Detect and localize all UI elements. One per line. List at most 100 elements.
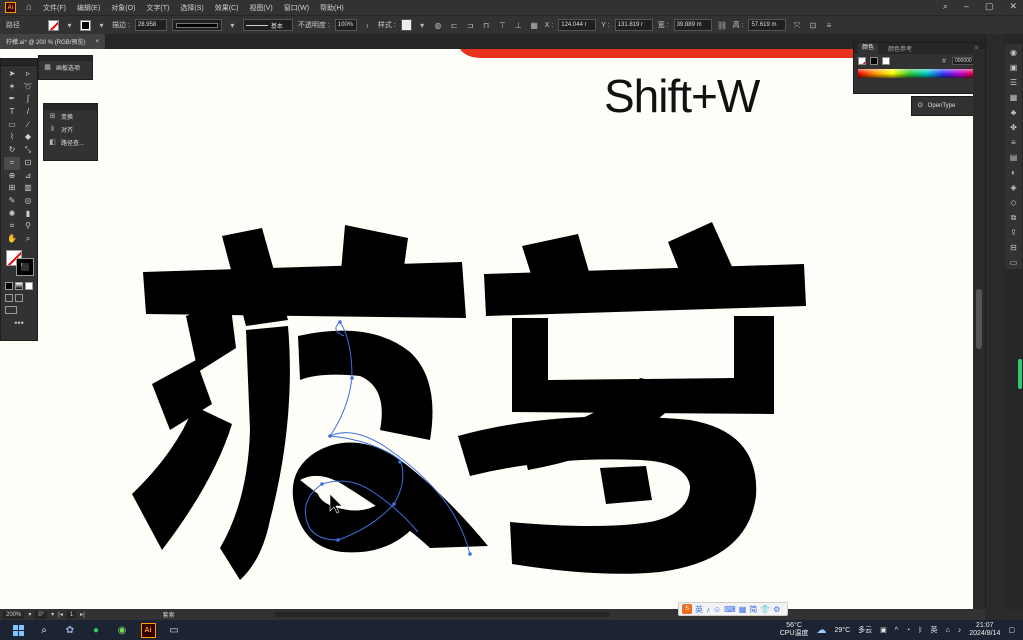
zoom-field[interactable]: 200% [3,610,25,619]
clock[interactable]: 21:07 2024/8/14 [969,622,1000,638]
artboard-canvas[interactable]: Shift+W [38,49,973,609]
windows-start-icon[interactable] [10,622,26,638]
ime-keyboard-icon[interactable]: ⌨ [724,605,736,614]
slice-tool-icon[interactable]: ⚲ [20,220,36,233]
swatches-icon[interactable]: ▦ [1008,91,1020,104]
width-field[interactable]: 39.889 m [673,19,712,31]
search-icon[interactable]: ⌕ [36,622,52,638]
appearance-icon[interactable]: ◈ [1008,181,1020,194]
menu-edit[interactable]: 编辑(E) [77,3,100,13]
menu-effect[interactable]: 效果(C) [215,3,239,13]
menu-select[interactable]: 选择(S) [180,3,203,13]
shortcut-text[interactable]: Shift+W [604,69,760,123]
artboard-number-field[interactable]: 1 [66,610,77,619]
direct-selection-tool-icon[interactable]: ▹ [20,68,36,81]
search-icon[interactable]: ⌕ [943,1,948,12]
artwork[interactable] [38,49,973,609]
rotate-view-field[interactable]: 0° [35,610,48,619]
align-center-icon[interactable]: ⊐ [465,20,476,31]
menu-view[interactable]: 视图(V) [249,3,272,13]
reference-point-icon[interactable]: ▦ [529,20,540,31]
artboard-tool-icon[interactable]: ⌗ [4,220,20,233]
network-icon[interactable]: ⌂ [945,627,949,634]
ime-settings-icon[interactable]: ⚙ [773,605,780,614]
layers-icon[interactable]: ☰ [1008,76,1020,89]
vertical-scrollbar[interactable] [973,49,985,609]
color-mode-icon[interactable] [5,281,13,290]
gradient-icon[interactable]: ▤ [1008,151,1020,164]
graphic-styles-icon[interactable]: ◇ [1008,196,1020,209]
tray-app-icon[interactable]: ▣ [880,626,887,634]
magic-wand-tool-icon[interactable]: ✶ [4,81,20,94]
recolor-icon[interactable]: ◍ [433,20,444,31]
artboard-options-icon[interactable]: ▦ [43,63,52,72]
rotate-tool-icon[interactable]: ↻ [4,144,20,157]
maximize-icon[interactable]: ▢ [985,1,994,12]
graphic-style-swatch[interactable] [400,19,412,31]
eraser-tool-icon[interactable]: ◆ [20,131,36,144]
ime-emoji-icon[interactable]: ☺ [713,605,721,614]
red-banner-shape[interactable] [460,49,860,58]
artboards-icon[interactable]: ⊟ [1008,241,1020,254]
menu-type[interactable]: 文字(T) [146,3,169,13]
type-tool-icon[interactable]: T [4,106,20,119]
fill-swatch[interactable] [48,19,59,31]
chevron-right-icon[interactable]: › [362,20,373,31]
align-left-icon[interactable]: ⊏ [449,20,460,31]
gradient-tool-icon[interactable]: ▥ [20,182,36,195]
menu-object[interactable]: 对象(O) [111,3,135,13]
panel-menu-icon[interactable]: ≡ [823,20,834,31]
task-view-icon[interactable]: ✿ [62,622,78,638]
minimize-icon[interactable]: – [964,1,969,12]
chevron-down-icon[interactable]: ▾ [417,20,428,31]
shape-builder-tool-icon[interactable]: ⊕ [4,170,20,183]
mesh-tool-icon[interactable]: ⊞ [4,182,20,195]
glyph-bo[interactable] [132,225,488,580]
link-icon[interactable]: ⛓ [717,20,728,31]
gradient-mode-icon[interactable] [15,281,23,290]
tray-app2-icon[interactable]: ◔ [906,627,910,634]
rectangle-tool-icon[interactable]: ▭ [4,119,20,132]
pathfinder-item[interactable]: ◧ 路径查... [44,136,97,149]
ime-skin-icon[interactable]: 👕 [760,605,770,614]
ime-toolbox-icon[interactable]: ▦ [739,605,747,614]
white-swatch[interactable] [882,57,890,65]
align-middle-icon[interactable]: ⊥ [513,20,524,31]
close-tab-icon[interactable]: × [95,39,99,45]
menu-file[interactable]: 文件(F) [43,3,66,13]
ime-lang[interactable]: 英 [695,604,703,615]
hand-tool-icon[interactable]: ✋ [4,233,20,246]
browser-icon[interactable]: ◉ [114,622,130,638]
blend-tool-icon[interactable]: ◎ [20,195,36,208]
first-artboard-icon[interactable]: |◂ [58,611,63,618]
paintbrush-tool-icon[interactable]: ∕ [20,119,36,132]
draw-behind-icon[interactable] [15,293,23,302]
none-mode-icon[interactable] [25,281,33,290]
y-field[interactable]: 131.819 r [614,19,653,31]
bluetooth-icon[interactable]: ᛒ [918,627,922,634]
ime-punct-icon[interactable]: ♪ [706,605,710,614]
screen-mode-icon[interactable] [5,305,17,314]
align-top-icon[interactable]: ⊤ [497,20,508,31]
video-app-icon[interactable]: ▭ [166,622,182,638]
tab-color[interactable]: 颜色 [858,43,879,54]
color-stroke-swatch[interactable] [870,57,878,65]
tray-chevron-icon[interactable]: ^ [895,627,898,634]
transform-icon[interactable]: ⤧ [791,20,802,31]
document-tab[interactable]: 柠檬.ai* @ 200 % (RGB/预览) × [0,34,105,49]
shaper-tool-icon[interactable]: ⌇ [4,131,20,144]
last-artboard-icon[interactable]: ▸| [80,611,85,618]
transparency-icon[interactable]: ◐ [1008,166,1020,179]
brushes-icon[interactable]: ♣ [1008,106,1020,119]
column-graph-tool-icon[interactable]: ▮ [20,208,36,221]
menu-window[interactable]: 窗口(W) [284,3,309,13]
perspective-tool-icon[interactable]: ⊿ [20,170,36,183]
opacity-field[interactable]: 100% [334,19,357,31]
glyph-luo[interactable] [458,222,806,574]
opacity-label[interactable]: 不透明度 : [298,20,330,30]
draw-mode-icon[interactable] [5,293,13,302]
cpu-temp-widget[interactable]: 56°C CPU温度 [780,622,809,638]
chevron-down-icon[interactable]: ▾ [227,20,238,31]
zoom-tool-icon[interactable]: ⌕ [20,233,36,246]
line-tool-icon[interactable]: / [20,106,36,119]
